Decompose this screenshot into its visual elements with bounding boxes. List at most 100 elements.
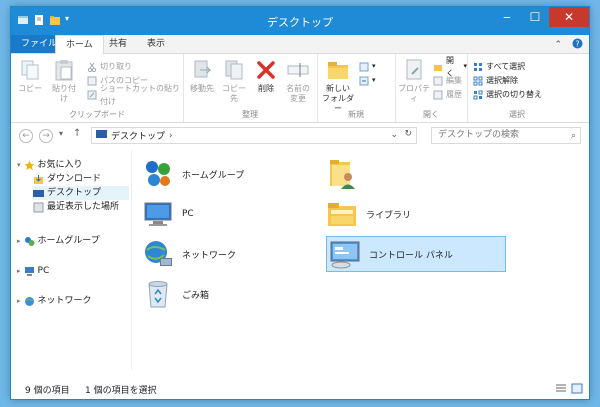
rename-button[interactable]: 名前の 変更 [283, 58, 313, 104]
copy-to-label: コピー先 [222, 84, 246, 103]
status-bar: 9 個の項目 1 個の項目を選択 [11, 379, 589, 399]
expand-arrow-icon[interactable]: ▾ [17, 158, 21, 172]
pc-icon [142, 198, 174, 230]
minimize-button[interactable]: ‒ [493, 7, 521, 27]
item-recycle-bin[interactable]: ごみ箱 [142, 276, 302, 312]
copy-to-button[interactable]: コピー先 [219, 58, 249, 104]
homegroup-icon [142, 158, 174, 190]
scissors-icon [87, 62, 97, 72]
rename-label-1: 名前の [286, 84, 310, 93]
properties-large-icon [402, 58, 426, 82]
selection-count: 1 個の項目を選択 [85, 386, 157, 396]
address-dropdown-icon[interactable]: ⌄ [390, 130, 398, 140]
nav-pc[interactable]: ▸ PC [17, 264, 49, 278]
ribbon: コピー 貼り付け 切り取り パスのコピー ショートカットの貼り付け クリップボー… [11, 54, 589, 123]
item-network[interactable]: ネットワーク [142, 236, 302, 272]
easy-access-icon [359, 76, 369, 86]
new-item-dropdown-icon: ▾ [372, 62, 376, 70]
delete-label: 削除 [258, 84, 274, 93]
item-libraries[interactable]: ライブラリ [326, 196, 486, 232]
maximize-button[interactable]: ☐ [521, 7, 549, 27]
edit-label: 編集 [446, 76, 462, 85]
copy-label: コピー [18, 84, 42, 93]
select-all-button[interactable]: すべて選択 [473, 60, 525, 73]
close-button[interactable]: ✕ [549, 7, 589, 27]
desktop-small-icon [96, 129, 107, 142]
open-icon [433, 62, 443, 72]
tab-home[interactable]: ホーム [55, 35, 104, 54]
nav-recent-places[interactable]: 最近表示した場所 [33, 200, 119, 214]
help-icon[interactable]: ? [572, 38, 583, 52]
open-button[interactable]: 開く ▾ [433, 56, 467, 78]
libraries-label: ライブラリ [366, 210, 412, 221]
favorites-label: お気に入り [37, 160, 83, 170]
network-label: ネットワーク [37, 296, 92, 306]
svg-text:?: ? [575, 40, 579, 49]
properties-button[interactable]: プロパティ [397, 58, 431, 104]
new-item-icon [359, 62, 369, 72]
nav-downloads[interactable]: ダウンロード [33, 172, 101, 186]
cut-button[interactable]: 切り取り [87, 60, 132, 73]
easy-access-button[interactable]: ▾ [359, 74, 376, 87]
nav-homegroup[interactable]: ▸ ホームグループ [17, 234, 100, 248]
select-all-label: すべて選択 [486, 62, 526, 71]
network-small-icon [24, 296, 35, 307]
tab-view[interactable]: 表示 [137, 35, 175, 53]
search-placeholder: デスクトップの検索 [438, 130, 520, 140]
up-button[interactable]: ↑ [73, 128, 81, 139]
details-view-icon[interactable] [555, 383, 567, 397]
invert-selection-icon [473, 90, 483, 100]
explorer-window: ▾ デスクトップ ‒ ☐ ✕ ファイル ホーム 共有 表示 ⌃ ? コピー 貼り… [10, 6, 590, 400]
collapse-arrow-icon[interactable]: ▸ [17, 264, 21, 278]
invert-selection-button[interactable]: 選択の切り替え [473, 88, 542, 101]
invert-selection-label: 選択の切り替え [486, 90, 542, 99]
search-input[interactable]: デスクトップの検索 ⌕ [431, 127, 581, 144]
edit-icon [433, 76, 443, 86]
nav-network[interactable]: ▸ ネットワーク [17, 294, 92, 308]
address-box[interactable]: デスクトップ › ⌄ ↻ [91, 127, 417, 144]
paste-shortcut-button[interactable]: ショートカットの貼り付け [87, 84, 183, 106]
select-group-label: 選択 [509, 110, 525, 119]
move-to-label: 移動先 [190, 84, 214, 93]
address-path: デスクトップ [111, 132, 166, 142]
item-control-panel[interactable]: コントロール パネル [326, 236, 506, 272]
new-folder-button[interactable]: 新しい フォルダー [321, 58, 355, 114]
network-icon [142, 238, 174, 270]
paste-button[interactable]: 貼り付け [49, 58, 79, 104]
move-to-button[interactable]: 移動先 [187, 58, 217, 94]
nav-favorites[interactable]: ▾ お気に入り [17, 158, 83, 172]
back-button[interactable]: ← [19, 129, 33, 143]
address-bar-row: ← → ▾ ↑ デスクトップ › ⌄ ↻ デスクトップの検索 ⌕ [11, 123, 589, 149]
recent-locations-dropdown[interactable]: ▾ [59, 129, 63, 138]
edit-button[interactable]: 編集 [433, 74, 462, 87]
search-icon[interactable]: ⌕ [571, 129, 576, 144]
delete-button[interactable]: 削除 [251, 58, 281, 94]
copy-path-icon [87, 76, 97, 86]
view-switcher [555, 383, 583, 397]
paste-icon [52, 58, 76, 82]
select-all-icon [473, 62, 483, 72]
large-icons-view-icon[interactable] [571, 383, 583, 397]
tab-share[interactable]: 共有 [99, 35, 137, 53]
item-pc[interactable]: PC [142, 196, 302, 232]
new-item-button[interactable]: ▾ [359, 60, 376, 73]
new-folder-icon [326, 58, 350, 82]
history-button[interactable]: 履歴 [433, 88, 462, 101]
item-homegroup[interactable]: ホームグループ [142, 156, 302, 192]
breadcrumb-chevron-icon[interactable]: › [169, 131, 173, 141]
select-none-button[interactable]: 選択解除 [473, 74, 518, 87]
forward-button[interactable]: → [39, 129, 53, 143]
collapse-arrow-icon[interactable]: ▸ [17, 294, 21, 308]
recycle-bin-label: ごみ箱 [182, 290, 210, 301]
copy-button[interactable]: コピー [15, 58, 45, 94]
organize-group-label: 整理 [242, 110, 258, 119]
recent-label: 最近表示した場所 [47, 202, 120, 212]
refresh-icon[interactable]: ↻ [404, 129, 412, 139]
star-icon [24, 160, 35, 171]
item-user-folder[interactable] [326, 156, 370, 192]
ribbon-collapse-icon[interactable]: ⌃ [554, 40, 562, 50]
clipboard-group-label: クリップボード [69, 110, 125, 119]
open-group: プロパティ 開く ▾ 編集 履歴 開く [395, 54, 468, 122]
nav-desktop[interactable]: デスクトップ [33, 186, 129, 200]
collapse-arrow-icon[interactable]: ▸ [17, 234, 21, 248]
